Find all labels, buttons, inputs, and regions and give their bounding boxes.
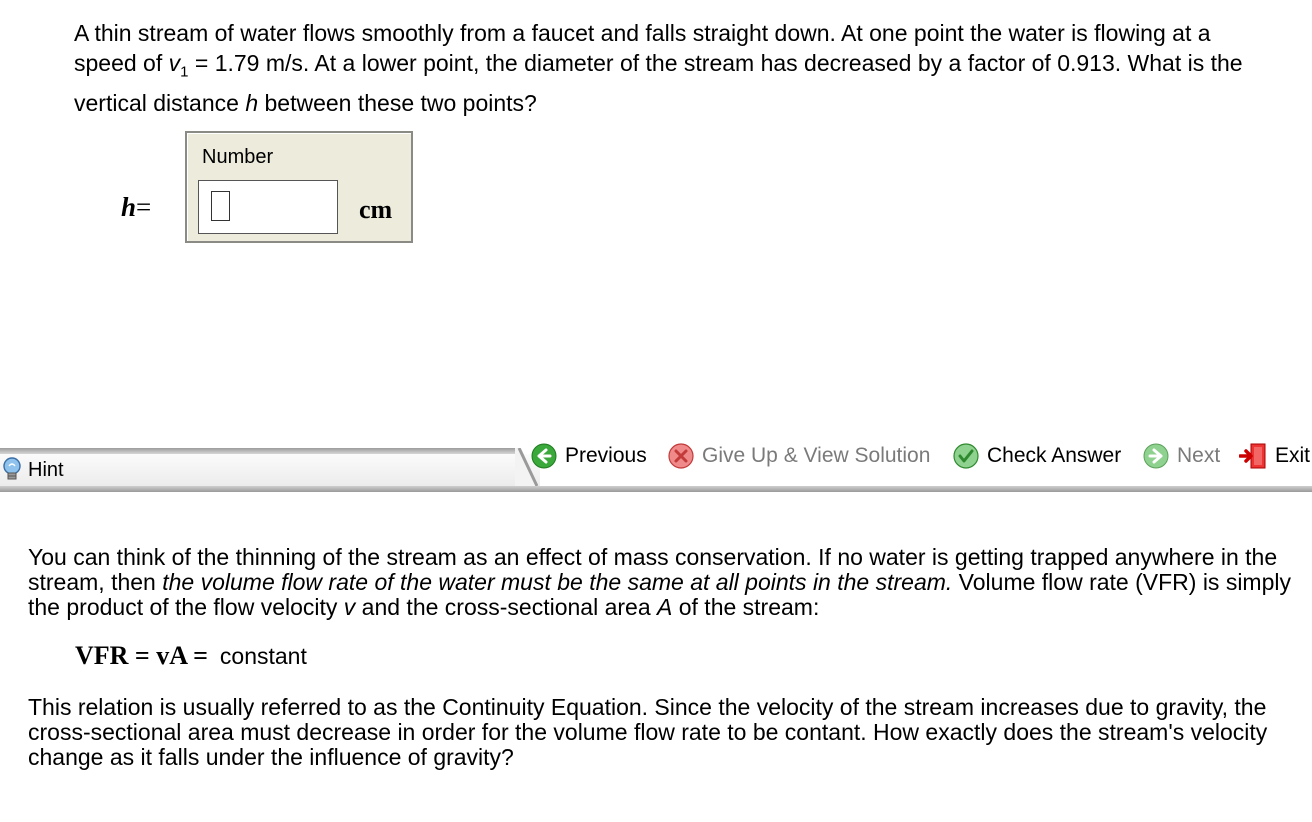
- toolbar-bottom-border: [0, 486, 1312, 492]
- give-up-label: Give Up & View Solution: [702, 444, 931, 467]
- number-label: Number: [202, 146, 274, 168]
- hint-text-part: of the stream:: [672, 594, 820, 620]
- hint-emphasis: the volume flow rate of the water must b…: [162, 569, 953, 595]
- next-label: Next: [1177, 444, 1221, 467]
- question-text: A thin stream of water flows smoothly fr…: [74, 18, 1274, 118]
- previous-label: Previous: [565, 444, 647, 467]
- hint-text-part: and the cross-sectional area: [355, 594, 657, 620]
- hint-button[interactable]: Hint: [0, 457, 64, 483]
- checkmark-icon: [953, 443, 979, 469]
- text-cursor: [211, 191, 230, 221]
- height-symbol: h: [245, 89, 259, 116]
- hint-label: Hint: [28, 458, 64, 481]
- arrow-left-icon: [531, 443, 557, 469]
- velocity-symbol: v: [343, 594, 356, 620]
- exit-button[interactable]: Exit: [1239, 441, 1310, 471]
- equals-sign: =: [136, 192, 152, 222]
- continuity-formula: VFR = vA = constant: [75, 641, 307, 671]
- next-button[interactable]: Next: [1143, 441, 1220, 471]
- question-part: between these two points?: [258, 89, 537, 116]
- formula-text: constant: [219, 643, 307, 669]
- hint-paragraph-2: This relation is usually referred to as …: [28, 694, 1268, 770]
- area-symbol: A: [657, 594, 673, 620]
- give-up-button[interactable]: Give Up & View Solution: [668, 441, 930, 471]
- velocity-symbol: v: [168, 50, 181, 76]
- lightbulb-icon: [2, 457, 22, 483]
- check-answer-label: Check Answer: [987, 444, 1122, 467]
- check-answer-button[interactable]: Check Answer: [953, 441, 1121, 471]
- previous-button[interactable]: Previous: [531, 441, 647, 471]
- hint-paragraph-1: You can think of the thinning of the str…: [28, 545, 1298, 620]
- exit-door-icon: [1239, 442, 1267, 470]
- exit-label: Exit: [1275, 444, 1311, 467]
- answer-variable-label: h=: [121, 192, 151, 223]
- arrow-right-icon: [1143, 443, 1169, 469]
- close-circle-icon: [668, 443, 694, 469]
- answer-panel: Number cm: [185, 131, 413, 243]
- hint-tab-background: [0, 454, 540, 486]
- formula-math: VFR = vA =: [75, 641, 208, 670]
- answer-variable: h: [121, 192, 137, 222]
- answer-input[interactable]: [198, 180, 338, 234]
- unit-label: cm: [359, 195, 393, 224]
